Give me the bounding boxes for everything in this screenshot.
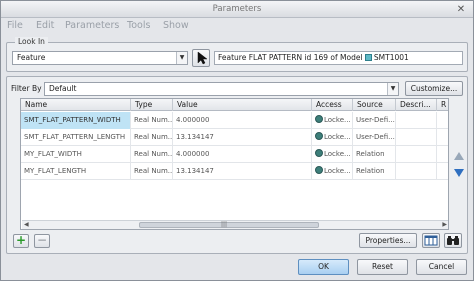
window-title: Parameters (212, 4, 262, 14)
lock-icon (315, 132, 323, 140)
cell-description[interactable] (396, 112, 437, 129)
cell-access[interactable]: Locke... (312, 146, 353, 163)
cell-value[interactable]: 13.134147 (173, 163, 312, 180)
menu-file[interactable]: File (7, 20, 23, 31)
reset-button[interactable]: Reset (357, 259, 408, 275)
cancel-button[interactable]: Cancel (416, 259, 467, 275)
cell-source[interactable]: User-Defi... (353, 129, 396, 146)
cell-name[interactable]: MY_FLAT_WIDTH (21, 146, 131, 163)
cell-type[interactable]: Real Num... (131, 146, 173, 163)
table-row[interactable]: SMT_FLAT_PATTERN_LENGTH Real Num... 13.1… (21, 129, 448, 146)
filter-value: Default (49, 84, 77, 93)
table-columns-icon (424, 235, 438, 246)
cell-name[interactable]: SMT_FLAT_PATTERN_WIDTH (21, 112, 131, 129)
cell-value[interactable]: 4.000000 (173, 146, 312, 163)
ok-button[interactable]: OK (298, 259, 349, 275)
column-header-description[interactable]: Descri... (396, 99, 437, 111)
feature-text: Feature FLAT PATTERN id 169 of Model (218, 53, 363, 62)
column-header-value[interactable]: Value (173, 99, 312, 111)
column-header-name[interactable]: Name (21, 99, 131, 111)
selected-feature-field: Feature FLAT PATTERN id 169 of Model SMT… (214, 51, 463, 65)
cell-description[interactable] (396, 146, 437, 163)
model-name: SMT1001 (373, 53, 409, 62)
look-in-group: Look In Feature ▼ Feature FLAT PATTERN i… (6, 37, 468, 72)
customize-button[interactable]: Customize... (405, 81, 463, 96)
parameters-dialog: Parameters ✕ File Edit Parameters Tools … (0, 0, 474, 281)
menu-parameters[interactable]: Parameters (65, 20, 119, 31)
lock-icon (315, 166, 323, 174)
look-in-combo[interactable]: Feature ▼ (12, 51, 188, 65)
column-header-source[interactable]: Source (353, 99, 396, 111)
access-text: Locke... (324, 133, 351, 141)
look-in-value: Feature (17, 53, 46, 62)
find-button[interactable] (444, 233, 462, 248)
close-icon[interactable]: ✕ (455, 1, 467, 18)
access-text: Locke... (324, 116, 351, 124)
pick-feature-button[interactable] (192, 49, 210, 67)
column-header-access[interactable]: Access (312, 99, 353, 111)
lock-icon (315, 149, 323, 157)
menu-tools[interactable]: Tools (127, 20, 150, 31)
parameters-group: Filter By Default ▼ Customize... Name Ty… (6, 76, 468, 254)
access-text: Locke... (324, 150, 351, 158)
column-header-r[interactable]: R (437, 99, 448, 111)
title-bar: Parameters ✕ (1, 1, 473, 18)
menu-edit[interactable]: Edit (36, 20, 54, 31)
table-row[interactable]: MY_FLAT_LENGTH Real Num... 13.134147 Loc… (21, 163, 448, 180)
lock-icon (315, 115, 323, 123)
cell-source[interactable]: User-Defi... (353, 112, 396, 129)
menu-bar: File Edit Parameters Tools Show (1, 18, 473, 36)
column-header-type[interactable]: Type (131, 99, 173, 111)
table-header: Name Type Value Access Source Descri... … (21, 99, 448, 111)
scroll-left-icon[interactable]: ◀ (24, 221, 29, 229)
cell-type[interactable]: Real Num... (131, 129, 173, 146)
properties-button[interactable]: Properties... (359, 233, 417, 248)
parameters-table: Name Type Value Access Source Descri... … (20, 98, 449, 230)
horizontal-scrollbar[interactable]: ◀ ||| ▶ (22, 220, 448, 229)
scroll-thumb[interactable] (139, 222, 319, 228)
cell-description[interactable] (396, 163, 437, 180)
binoculars-icon (447, 236, 459, 245)
part-model-icon (364, 54, 372, 61)
remove-parameter-button[interactable]: − (34, 234, 50, 248)
cell-value[interactable]: 4.000000 (173, 112, 312, 129)
columns-button[interactable] (422, 233, 440, 248)
cell-type[interactable]: Real Num... (131, 112, 173, 129)
chevron-down-icon[interactable]: ▼ (176, 52, 187, 64)
cell-type[interactable]: Real Num... (131, 163, 173, 180)
scroll-right-icon[interactable]: ▶ (442, 221, 447, 229)
cell-value[interactable]: 13.134147 (173, 129, 312, 146)
cell-access[interactable]: Locke... (312, 163, 353, 180)
chevron-down-icon[interactable]: ▼ (387, 83, 398, 95)
cell-source[interactable]: Relation (353, 146, 396, 163)
scroll-grip: ||| (221, 221, 228, 228)
cell-description[interactable] (396, 129, 437, 146)
look-in-label: Look In (15, 37, 48, 46)
cell-access[interactable]: Locke... (312, 129, 353, 146)
filter-by-label: Filter By (11, 84, 42, 93)
table-row[interactable]: MY_FLAT_WIDTH Real Num... 4.000000 Locke… (21, 146, 448, 163)
filter-combo[interactable]: Default ▼ (44, 82, 399, 96)
cell-source[interactable]: Relation (353, 163, 396, 180)
menu-show[interactable]: Show (163, 20, 189, 31)
cell-access[interactable]: Locke... (312, 112, 353, 129)
move-up-icon[interactable] (454, 152, 464, 160)
add-parameter-button[interactable]: + (13, 234, 29, 248)
access-text: Locke... (324, 167, 351, 175)
table-row[interactable]: SMT_FLAT_PATTERN_WIDTH Real Num... 4.000… (21, 112, 448, 129)
cursor-arrow-icon (197, 51, 208, 65)
cell-name[interactable]: SMT_FLAT_PATTERN_LENGTH (21, 129, 131, 146)
cell-name[interactable]: MY_FLAT_LENGTH (21, 163, 131, 180)
move-down-icon[interactable] (454, 169, 464, 177)
